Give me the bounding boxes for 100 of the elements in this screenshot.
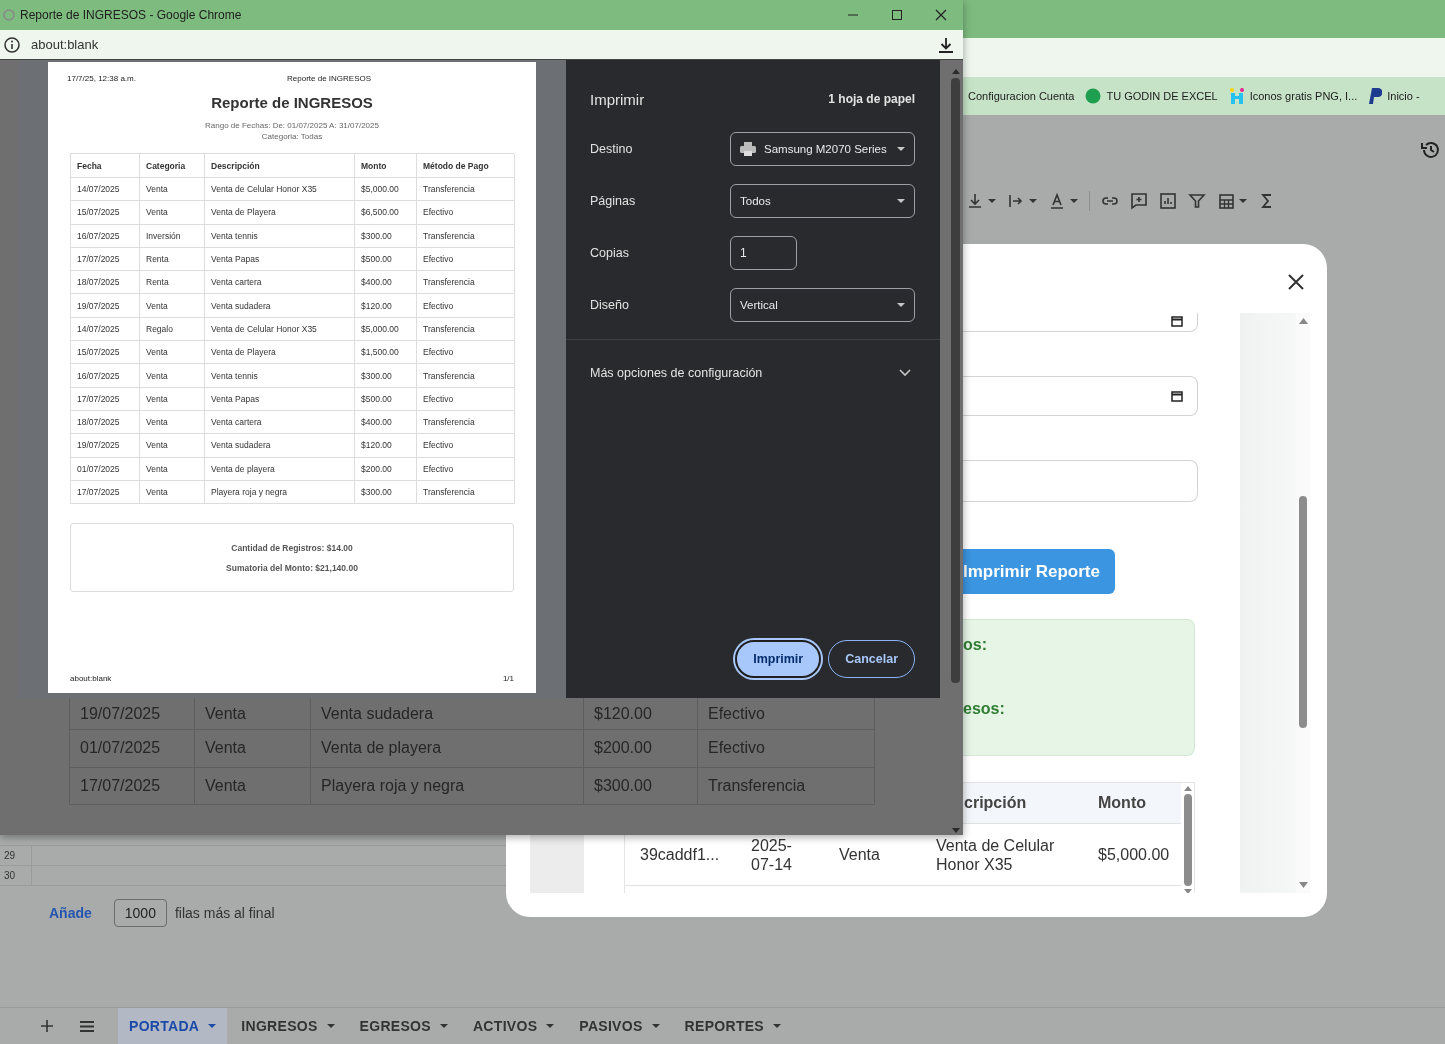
print-button[interactable]: Imprimir [735, 640, 822, 678]
sheet-count: 1 hoja de papel [828, 92, 915, 106]
down-arrow-icon [951, 828, 960, 833]
table-cell: $300.00 [355, 480, 417, 505]
scroll-thumb[interactable] [951, 78, 960, 683]
sheet-tab[interactable]: ACTIVOS [461, 1008, 566, 1044]
down-arrow-icon [1298, 882, 1308, 888]
text-wrap-icon[interactable] [1007, 192, 1025, 210]
column-header: Categoria [140, 154, 205, 178]
setting-label: Diseño [590, 298, 630, 312]
info-icon[interactable] [4, 36, 20, 53]
table-cell: Venta [140, 410, 205, 435]
text-color-icon[interactable] [1048, 192, 1066, 210]
close-icon[interactable] [935, 9, 947, 21]
close-icon[interactable] [1288, 274, 1304, 290]
scroll-thumb[interactable] [1183, 794, 1192, 886]
caret-icon[interactable] [988, 199, 996, 203]
select-value: Samsung M2070 Series [764, 143, 888, 155]
table-cell: $120.00 [355, 294, 417, 318]
bookmark-link[interactable]: Iconos gratis PNG, I... [1249, 90, 1358, 102]
input-field[interactable] [963, 376, 1198, 416]
table-cell: Venta sudadera [205, 294, 355, 318]
column-header: Método de Pago [417, 154, 515, 178]
calendar-icon [1171, 315, 1183, 327]
table-cell: $200.00 [584, 730, 698, 767]
table-cell: 15/07/2025 [71, 341, 140, 365]
printer-select[interactable]: Samsung M2070 Series [730, 132, 915, 166]
caret-icon[interactable] [1070, 199, 1078, 203]
table-cell: Venta [140, 178, 205, 202]
menu-icon[interactable] [80, 1020, 94, 1032]
table-cell: $5,000.00 [355, 178, 417, 202]
table-cell: $500.00 [355, 247, 417, 272]
table-cell: Venta sudadera [311, 698, 584, 729]
scroll-thumb[interactable] [1299, 496, 1307, 728]
row-count-field[interactable]: 1000 [113, 898, 167, 927]
more-settings-link[interactable]: Más opciones de configuración [590, 366, 763, 380]
table-cell: Efectivo [417, 247, 515, 272]
maximize-icon[interactable] [891, 9, 903, 21]
download-icon[interactable] [938, 36, 954, 53]
caret-icon [326, 1024, 335, 1028]
caret-icon[interactable] [1029, 199, 1037, 203]
scrollbar[interactable] [1296, 313, 1310, 893]
setting-label: Destino [590, 142, 634, 156]
dropdown[interactable]: Todos [730, 184, 915, 218]
table-cell: Efectivo [417, 294, 515, 318]
table-cell-text: $5,000.00 [1097, 845, 1171, 864]
table-cell: $120.00 [584, 698, 698, 729]
table-cell: Transferencia [417, 410, 515, 435]
add-icon[interactable] [41, 1020, 53, 1032]
page-header-title: Reporte de INGRESOS [287, 74, 372, 83]
caret-icon[interactable] [1239, 199, 1247, 203]
history-icon[interactable] [1421, 140, 1441, 160]
table-cell: Transferencia [698, 767, 875, 804]
table-cell: $400.00 [355, 410, 417, 435]
comment-icon[interactable] [1130, 192, 1148, 210]
table-cell: 16/07/2025 [71, 364, 140, 388]
calendar-icon [1171, 390, 1183, 402]
bookmark-link[interactable]: Inicio - [1387, 90, 1420, 102]
table-cell: 18/07/2025 [71, 410, 140, 435]
chevron-icon[interactable] [899, 369, 911, 377]
table-cell: Efectivo [417, 457, 515, 481]
table-cell: Efectivo [698, 698, 875, 729]
table-cell: Venta de Playera [205, 201, 355, 225]
window-title: Reporte de INGRESOS - Google Chrome [20, 8, 242, 22]
bookmark-link[interactable]: Configuracion Cuenta [968, 90, 1075, 102]
summary-text: Cantidad de Registros: $14.00 [231, 542, 353, 553]
table-cell: $300.00 [584, 767, 698, 804]
table-cell: 01/07/2025 [70, 730, 195, 767]
bookmark-link[interactable]: TU GODIN DE EXCEL [1106, 90, 1218, 102]
table-cell: 17/07/2025 [71, 480, 140, 505]
table-cell: $120.00 [355, 434, 417, 458]
table-icon[interactable] [1217, 192, 1235, 210]
filter-icon[interactable] [1188, 192, 1206, 210]
table-cell: 17/07/2025 [71, 247, 140, 272]
sheet-tab[interactable]: EGRESOS [348, 1008, 459, 1044]
table-cell: Venta cartera [205, 271, 355, 295]
table-cell: Transferencia [417, 178, 515, 202]
table-cell: Efectivo [417, 387, 515, 411]
table-cell: Venta [140, 480, 205, 505]
url-field[interactable]: about:blank [31, 37, 99, 52]
sheet-tab[interactable]: PASIVOS [568, 1008, 671, 1044]
table-cell: Renta [140, 271, 205, 295]
table-cell: Venta tennis [205, 364, 355, 388]
table-cell: Venta sudadera [205, 434, 355, 458]
chart-icon[interactable] [1159, 192, 1177, 210]
dropdown[interactable]: Vertical [730, 288, 915, 322]
sheet-tab[interactable]: PORTADA [118, 1008, 228, 1044]
input-field[interactable] [963, 460, 1198, 502]
add-rows-label: filas más al final [174, 904, 275, 921]
row-shading [530, 835, 584, 893]
table-cell: Venta de playera [205, 457, 355, 481]
table-cell: Venta [140, 457, 205, 481]
sheet-tab[interactable]: INGRESOS [230, 1008, 346, 1044]
column-header: Monto [1097, 794, 1147, 812]
copies-field[interactable]: 1 [730, 236, 797, 270]
sheet-tab[interactable]: REPORTES [673, 1008, 792, 1044]
table-cell: Regalo [140, 317, 205, 342]
table-cell: 14/07/2025 [71, 317, 140, 342]
align-bottom-icon[interactable] [966, 192, 984, 210]
table-cell: Venta de playera [311, 730, 584, 767]
